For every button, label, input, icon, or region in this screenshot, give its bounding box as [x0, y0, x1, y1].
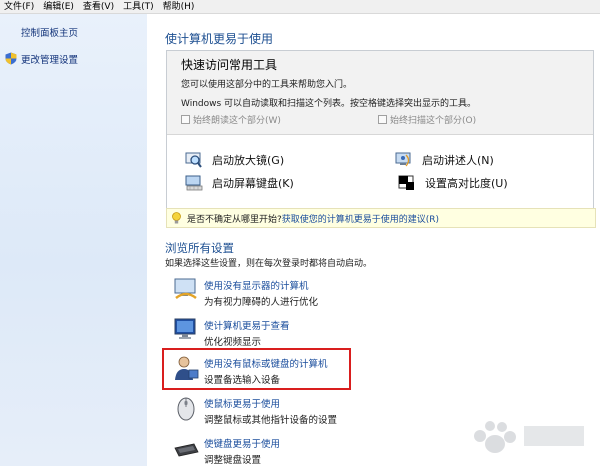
menu-tools[interactable]: 工具(T)	[123, 0, 154, 14]
narrator-icon	[395, 152, 411, 167]
menu-view[interactable]: 查看(V)	[83, 0, 114, 14]
hint-suggestions-link[interactable]: 获取使您的计算机更易于使用的建议(R)	[282, 212, 439, 225]
high-contrast-icon	[398, 175, 414, 190]
quick-access-header: 快速访问常用工具 您可以使用这部分中的工具来帮助您入门。 Windows 可以自…	[167, 51, 593, 135]
entry-desc: 为有视力障碍的人进行优化	[204, 297, 319, 308]
entry-link[interactable]: 使计算机更易于查看	[204, 318, 290, 332]
always-scan-checkbox[interactable]: 始终扫描这个部分(O)	[378, 113, 476, 126]
hint-bar: 是否不确定从哪里开始? 获取使您的计算机更易于使用的建议(R)	[166, 208, 596, 228]
sidebar-item-control-panel-home[interactable]: 控制面板主页	[21, 25, 78, 39]
entry-desc: 调整键盘设置	[204, 455, 262, 466]
quick-access-title: 快速访问常用工具	[181, 58, 278, 72]
menu-help[interactable]: 帮助(H)	[163, 0, 195, 14]
highlight-box	[162, 348, 351, 390]
entry-link[interactable]: 使用没有显示器的计算机	[204, 278, 309, 292]
tool-label: 启动讲述人(N)	[422, 154, 494, 167]
tool-label: 启动放大镜(G)	[212, 154, 285, 167]
speech-display-icon	[174, 278, 197, 300]
entry-mouse-easier: 使鼠标更易于使用 调整鼠标或其他指针设备的设置	[172, 394, 422, 428]
entry-no-display: 使用没有显示器的计算机 为有视力障碍的人进行优化	[172, 276, 422, 310]
page-title: 使计算机更易于使用	[165, 32, 274, 46]
checkbox-box[interactable]	[378, 115, 387, 124]
browse-settings-desc: 如果选择这些设置，则在每次登录时都将自动启动。	[165, 259, 373, 269]
monitor-icon	[174, 318, 196, 339]
browse-settings-title: 浏览所有设置	[165, 241, 234, 255]
start-magnifier-button[interactable]: 启动放大镜(G)	[185, 152, 284, 168]
watermark-logo	[474, 421, 584, 453]
hint-text: 是否不确定从哪里开始?	[187, 214, 282, 225]
magnifier-icon	[185, 152, 202, 168]
entry-keyboard-easier: 使键盘更易于使用 调整键盘设置	[172, 434, 422, 466]
lightbulb-icon	[172, 212, 181, 224]
quick-access-line-1: 您可以使用这部分中的工具来帮助您入门。	[181, 80, 353, 90]
checkbox-box[interactable]	[181, 115, 190, 124]
menu-edit[interactable]: 编辑(E)	[43, 0, 74, 14]
tool-label: 设置高对比度(U)	[425, 177, 508, 190]
entry-link[interactable]: 使鼠标更易于使用	[204, 396, 280, 410]
mouse-icon	[177, 397, 195, 421]
start-onscreen-keyboard-button[interactable]: 启动屏幕键盘(K)	[185, 175, 294, 191]
always-read-checkbox[interactable]: 始终朗读这个部分(W)	[181, 113, 281, 126]
quick-access-line-2: Windows 可以自动读取和扫描这个列表。按空格键选择突出显示的工具。	[181, 99, 477, 109]
menu-bar: 文件(F) 编辑(E) 查看(V) 工具(T) 帮助(H)	[0, 0, 600, 14]
sidebar: 控制面板主页 更改管理设置	[0, 14, 147, 466]
tool-label: 启动屏幕键盘(K)	[212, 177, 294, 190]
checkbox-label: 始终扫描这个部分(O)	[390, 116, 477, 126]
entry-link[interactable]: 使键盘更易于使用	[204, 436, 280, 450]
sidebar-item-change-admin-settings[interactable]: 更改管理设置	[21, 52, 78, 66]
set-high-contrast-button[interactable]: 设置高对比度(U)	[398, 175, 508, 191]
entry-desc: 调整鼠标或其他指针设备的设置	[204, 415, 338, 426]
checkbox-label: 始终朗读这个部分(W)	[193, 116, 281, 126]
entry-easier-to-see: 使计算机更易于查看 优化视频显示	[172, 316, 422, 350]
shield-icon	[5, 52, 17, 65]
main-content: 使计算机更易于使用 快速访问常用工具 您可以使用这部分中的工具来帮助您入门。 W…	[148, 14, 600, 466]
keyboard-icon	[174, 443, 199, 457]
onscreen-keyboard-icon	[185, 175, 203, 191]
quick-access-panel: 快速访问常用工具 您可以使用这部分中的工具来帮助您入门。 Windows 可以自…	[166, 50, 594, 211]
entry-desc: 优化视频显示	[204, 337, 262, 348]
start-narrator-button[interactable]: 启动讲述人(N)	[395, 152, 494, 168]
menu-file[interactable]: 文件(F)	[4, 0, 34, 14]
